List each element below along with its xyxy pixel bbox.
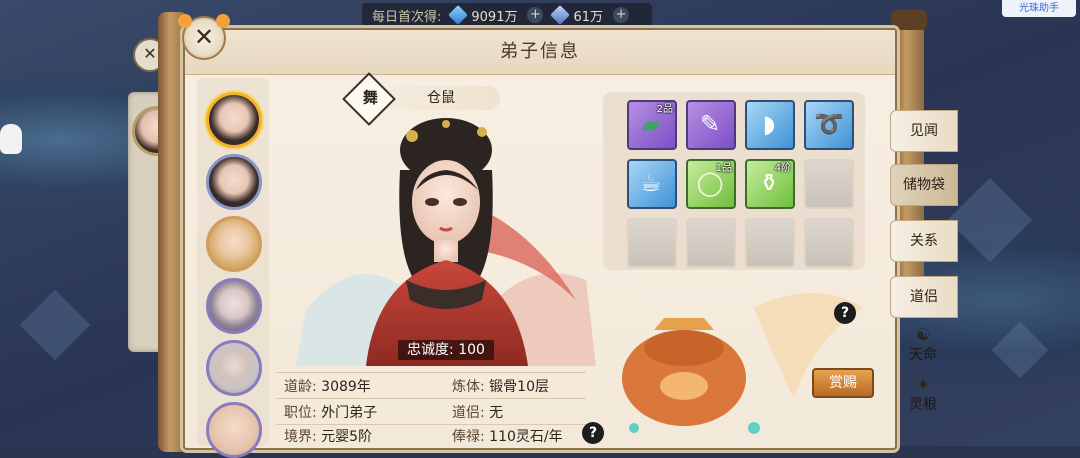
slot-grade-label: 4阶	[774, 163, 791, 174]
tab-jianwen[interactable]: 见闻	[890, 110, 958, 152]
daily-income-bar: 每日首次得: 9091万 + 61万 +	[362, 3, 652, 27]
disciple-avatar-4[interactable]	[206, 278, 262, 334]
tab-chuwudai[interactable]: 储物袋	[890, 164, 958, 206]
inventory-slot-ribbon[interactable]: ➰	[804, 100, 854, 150]
inventory-slot-teapot[interactable]: ☕	[627, 159, 677, 209]
stat-daoling-value: 3089年	[321, 379, 371, 395]
stat-zhiwei-value: 外门弟子	[321, 405, 378, 421]
scroll-icon: ✎	[699, 110, 721, 138]
rod-knob	[891, 10, 927, 30]
inventory-slot-empty[interactable]	[804, 159, 854, 209]
tab-guanxi[interactable]: 关系	[890, 220, 958, 262]
add-resource-2-button[interactable]: +	[613, 7, 630, 23]
reward-bag-illustration	[622, 293, 864, 434]
ribbon-icon: ➰	[814, 110, 844, 138]
tab-tianming-label: 天命	[909, 347, 937, 363]
inventory-slot-empty[interactable]	[745, 218, 795, 268]
tab-linggen[interactable]: ✦ 灵根	[890, 372, 956, 416]
disciple-avatar-6[interactable]	[206, 402, 262, 458]
stat-fenglu: 俸禄: 110灵石/年	[452, 426, 563, 446]
stat-daolv-label: 道侣:	[452, 405, 485, 421]
fate-icon: ☯	[915, 325, 931, 344]
scroll-rod-right	[891, 10, 927, 312]
tab-linggen-label: 灵根	[909, 397, 937, 413]
inventory-slot-fan[interactable]: ◗	[745, 100, 795, 150]
close-button[interactable]: ✕	[178, 14, 230, 60]
disciple-avatar-2[interactable]	[206, 154, 262, 210]
stat-fenglu-value: 110灵石/年	[489, 429, 563, 445]
disciple-name: 仓鼠	[382, 86, 500, 110]
side-pet	[0, 120, 24, 168]
panel-title: 弟子信息	[185, 30, 895, 75]
daily-first-label: 每日首次得:	[372, 9, 442, 25]
disciple-avatar-1[interactable]	[206, 92, 262, 148]
stat-lianti: 炼体: 锻骨10层	[452, 376, 549, 396]
assistant-button[interactable]: 光珠助手	[1002, 0, 1076, 17]
spirit-stone-icon	[448, 5, 469, 25]
inventory-slot-egg[interactable]: ◯ 1品	[686, 159, 736, 209]
disciple-avatar-3[interactable]	[206, 216, 262, 272]
stat-jingjie: 境界: 元婴5阶	[284, 426, 372, 446]
spirit-root-icon: ✦	[916, 375, 930, 394]
stat-jingjie-label: 境界:	[284, 429, 317, 445]
stat-daoling-label: 道龄:	[284, 379, 317, 395]
cat-icon	[0, 124, 22, 154]
disciple-list	[197, 78, 269, 458]
inventory-slot-pill-gourd[interactable]: ⚱ 4阶	[745, 159, 795, 209]
divider	[276, 424, 586, 425]
resource-1-value: 9091万	[471, 9, 518, 25]
salary-help-button[interactable]: ?	[582, 422, 604, 444]
stat-fenglu-label: 俸禄:	[452, 429, 485, 445]
stat-zhiwei-label: 职位:	[284, 405, 317, 421]
divider	[276, 398, 586, 399]
inventory-slot-empty[interactable]	[686, 218, 736, 268]
stat-daoling: 道龄: 3089年	[284, 376, 371, 396]
add-resource-1-button[interactable]: +	[527, 7, 544, 23]
reward-button[interactable]: 赏赐	[812, 368, 874, 398]
stat-daolv: 道侣: 无	[452, 402, 503, 422]
tab-tianming[interactable]: ☯ 天命	[890, 322, 956, 366]
inventory-slot-jade-slip[interactable]: ▰ 2品	[627, 100, 677, 150]
disciple-avatar-5[interactable]	[206, 340, 262, 396]
stat-zhiwei: 职位: 外门弟子	[284, 402, 377, 422]
slot-grade-label: 2品	[656, 104, 673, 115]
fan-icon: ◗	[762, 110, 776, 138]
inventory-slot-empty[interactable]	[804, 218, 854, 268]
stat-lianti-label: 炼体:	[452, 379, 485, 395]
tab-daolv[interactable]: 道侣	[890, 276, 958, 318]
teapot-icon: ☕	[640, 169, 662, 197]
reward-help-button[interactable]: ?	[834, 302, 856, 324]
crystal-icon	[550, 5, 571, 25]
role-badge-text: 舞	[362, 88, 378, 107]
loyalty-label: 忠诚度: 100	[398, 340, 494, 360]
stat-jingjie-value: 元婴5阶	[321, 429, 373, 445]
stat-lianti-value: 锻骨10层	[489, 379, 549, 395]
slot-grade-label: 1品	[715, 163, 732, 174]
stat-daolv-value: 无	[489, 405, 504, 421]
inventory-slot-scroll[interactable]: ✎	[686, 100, 736, 150]
resource-2-value: 61万	[573, 9, 604, 25]
disciple-portrait	[296, 118, 596, 366]
inventory-slot-empty[interactable]	[627, 218, 677, 268]
divider	[276, 372, 586, 373]
